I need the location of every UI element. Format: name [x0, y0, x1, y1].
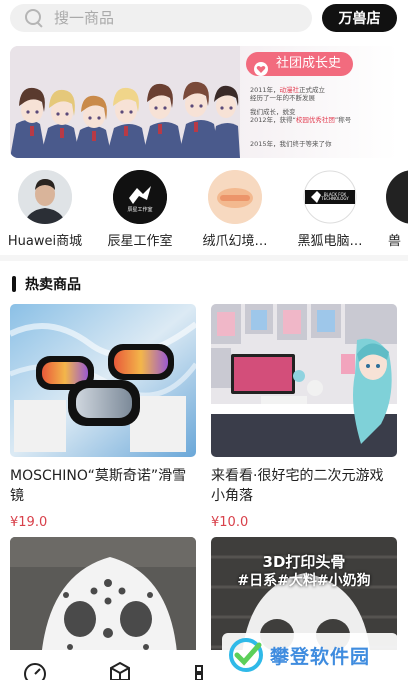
heart-icon	[254, 62, 268, 76]
store-name: Huawei商城	[7, 234, 83, 249]
product-title: MOSCHINO“莫斯奇诺”滑雪镜	[10, 468, 187, 504]
product-overlay-title: 3D打印头骨	[262, 553, 346, 571]
product-card[interactable]: MOSCHINO“莫斯奇诺”滑雪镜 ¥19.0	[10, 304, 196, 530]
store-list: Huawei商城 辰星工作室 辰星工作室 绒爪幻境… BLACK FOX TEC…	[0, 170, 408, 249]
store-name: 绒爪幻境…	[202, 234, 268, 249]
person-avatar-icon	[18, 170, 72, 224]
banner-history-panel: 社团成长史 2011年，动漫社正式成立 经历了一年的不断发展 我们成长，蜕变 2…	[242, 46, 398, 158]
store-item-blackfox[interactable]: BLACK FOX TECHNOLOGY 黑狐电脑…	[287, 170, 373, 249]
studio-logo-text: 辰星工作室	[127, 207, 153, 213]
store-name: 兽	[388, 234, 402, 249]
club-history-banner[interactable]: 社团成长史 2011年，动漫社正式成立 经历了一年的不断发展 我们成长，蜕变 2…	[10, 46, 398, 158]
partial-logo-icon	[386, 170, 408, 224]
section-title: 热卖商品	[25, 277, 81, 293]
product-overlay-tags: #日系#大料#小奶狗	[237, 573, 371, 589]
product-image-gaming-corner	[211, 304, 397, 457]
black-fox-logo-icon: BLACK FOX TECHNOLOGY	[303, 170, 357, 224]
box-icon[interactable]	[107, 660, 133, 680]
product-image-goggles	[10, 304, 196, 457]
product-card[interactable]: 来看看·很好宅的二次元游戏小角落 ¥10.0	[211, 304, 397, 530]
anime-group-illustration	[10, 46, 240, 158]
store-button[interactable]: 万兽店	[322, 4, 397, 32]
store-name: 黑狐电脑…	[297, 234, 363, 249]
history-line-5: 2015年，我们终于等来了你	[250, 140, 332, 148]
store-item-rongzhao[interactable]: 绒爪幻境…	[192, 170, 278, 249]
search-input[interactable]	[54, 9, 294, 27]
section-divider	[0, 255, 408, 261]
grid-icon[interactable]	[190, 660, 216, 680]
history-line-4: 2012年，获得“校园优秀社团”称号	[250, 116, 352, 124]
top-bar: 万兽店	[0, 0, 408, 40]
store-item-partial[interactable]: 兽	[382, 170, 408, 249]
product-title: 来看看·很好宅的二次元游戏小角落	[211, 468, 384, 504]
history-line-2: 经历了一年的不断发展	[250, 94, 315, 102]
studio-logo-icon: 辰星工作室	[113, 170, 167, 224]
search-bar[interactable]	[10, 4, 312, 32]
black-fox-logo-text: BLACK FOX TECHNOLOGY	[321, 192, 349, 201]
search-icon	[24, 8, 44, 28]
watermark-logo-icon	[229, 638, 263, 672]
store-name: 辰星工作室	[107, 234, 173, 249]
section-marker	[12, 276, 16, 292]
hot-section-header: 热卖商品	[12, 274, 81, 294]
product-price: ¥19.0	[10, 515, 48, 530]
store-item-chenxing[interactable]: 辰星工作室 辰星工作室	[97, 170, 183, 249]
plush-logo-icon	[208, 170, 262, 224]
watermark: 攀登软件园	[222, 633, 398, 677]
watermark-text: 攀登软件园	[270, 645, 371, 668]
dashboard-icon[interactable]	[22, 660, 48, 680]
history-badge: 社团成长史	[246, 52, 354, 76]
store-item-huawei[interactable]: Huawei商城	[2, 170, 88, 249]
product-price: ¥10.0	[211, 515, 249, 530]
